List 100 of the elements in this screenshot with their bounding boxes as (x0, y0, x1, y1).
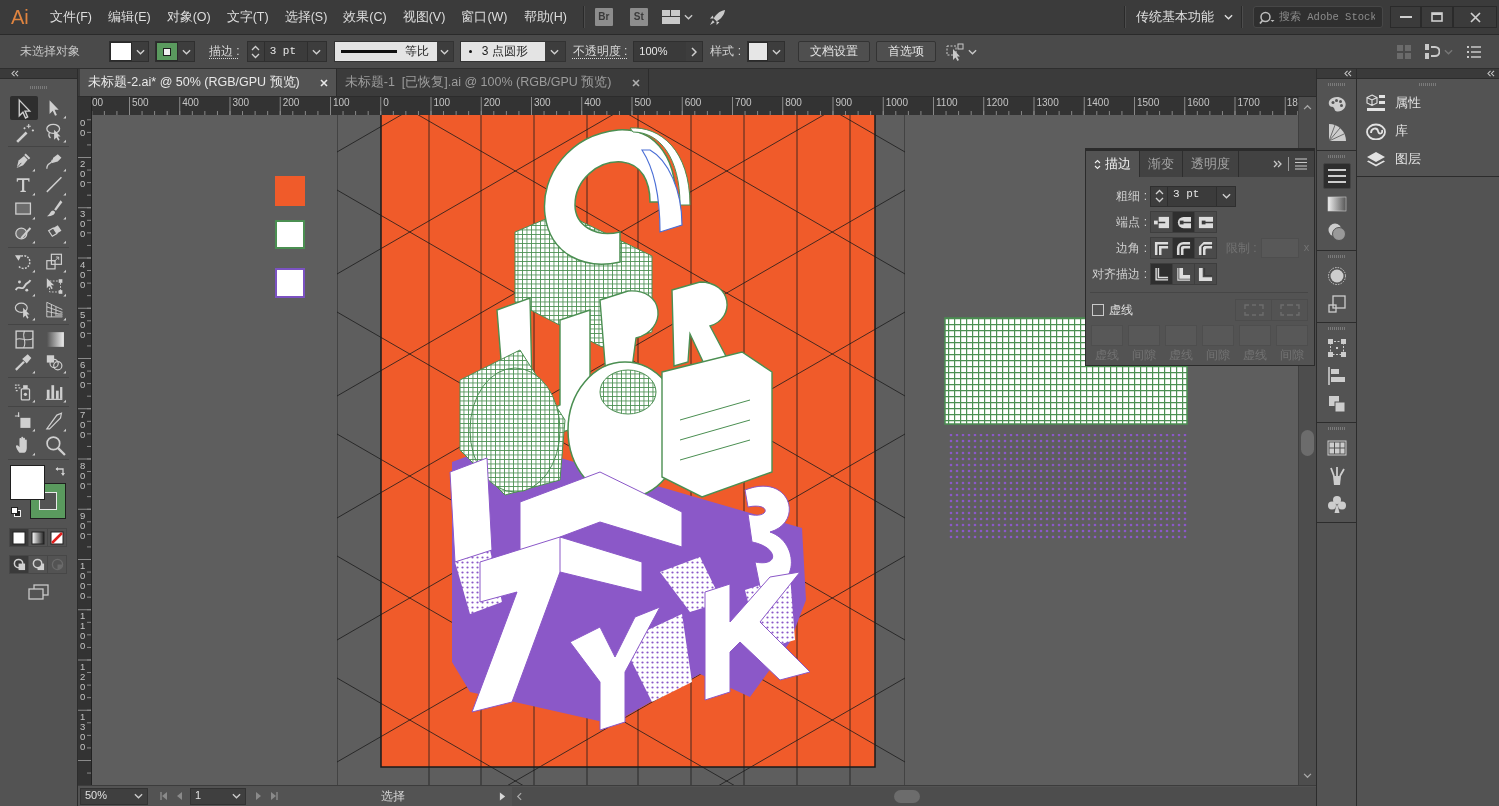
menu-item[interactable]: 效果(C) (335, 9, 395, 25)
dashed-checkbox[interactable] (1092, 304, 1104, 316)
ruler-label: 200 (282, 97, 300, 108)
launcher-button[interactable]: St (629, 8, 648, 26)
stroke-link[interactable]: 描边 : (209, 44, 240, 59)
page-field[interactable]: 1 (190, 787, 246, 805)
libraries-panel-button[interactable]: 库 (1357, 117, 1408, 145)
ruler-label: 400 (584, 97, 601, 108)
properties-panel-button[interactable]: 属性 (1357, 89, 1421, 117)
arrange-button[interactable] (946, 42, 977, 61)
close-button[interactable] (1453, 6, 1497, 28)
up-down-arrows-icon (251, 44, 261, 59)
panel-menu-button[interactable] (1467, 45, 1481, 58)
collapse-button[interactable] (1344, 70, 1352, 77)
tab-close-button[interactable] (631, 78, 640, 87)
preferences-button[interactable]: 首选项 (876, 41, 936, 62)
screen-mode-button[interactable] (28, 584, 49, 600)
style-picker[interactable] (747, 41, 785, 62)
rocket-button[interactable] (708, 8, 726, 26)
miter-join-icon (1154, 240, 1169, 256)
weight-field[interactable]: 3 pt (1167, 186, 1217, 206)
default-colors-button[interactable] (11, 507, 21, 517)
panel-tab[interactable]: 描边 (1086, 151, 1140, 177)
menu-item[interactable]: 帮助(H) (515, 9, 575, 25)
style-swatch[interactable] (748, 42, 768, 61)
stroke-swatch[interactable] (156, 42, 178, 61)
zoom-field[interactable]: 50% (80, 787, 148, 805)
panel-tab[interactable]: 渐变 (1140, 151, 1183, 177)
stroke-weight-field[interactable]: 3 pt (263, 42, 308, 61)
color-mode-button[interactable] (28, 528, 48, 547)
overlapping-squares-icon (1326, 394, 1347, 414)
menu-item[interactable]: 选择(S) (276, 9, 336, 25)
transform-box-icon (1326, 338, 1347, 358)
selection-tool[interactable] (10, 96, 38, 120)
cap-option-button[interactable] (1194, 211, 1217, 233)
menu-item[interactable]: 文件(F) (42, 9, 100, 25)
stroke-picker[interactable] (155, 41, 195, 62)
cap-option-button[interactable] (1172, 211, 1195, 233)
fill-swatch[interactable] (110, 42, 132, 61)
brush-dropdown[interactable]: 3 点圆形 (460, 42, 545, 61)
close-icon (319, 78, 328, 87)
field-label: 边角 : (1115, 240, 1148, 256)
scroll-thumb[interactable] (1301, 430, 1314, 456)
align-option-button[interactable] (1150, 263, 1173, 285)
horizontal-scrollbar[interactable] (512, 786, 1316, 806)
caret-icon (771, 48, 781, 55)
menu-item[interactable]: 视图(V) (394, 9, 454, 25)
align-option-button[interactable] (1172, 263, 1195, 285)
maximize-button[interactable] (1421, 6, 1453, 28)
grip-icon (1327, 255, 1346, 258)
stroke-panel-button[interactable] (1322, 163, 1351, 189)
align-option-button[interactable] (1194, 263, 1217, 285)
menu-item[interactable]: 窗口(W) (453, 9, 516, 25)
up-down-arrows-icon (1094, 158, 1101, 170)
layers-panel-button[interactable]: 图层 (1357, 145, 1421, 173)
menu-item[interactable]: 编辑(E) (99, 9, 159, 25)
workspace-dropdown[interactable]: 传统基本功能 (1136, 9, 1233, 25)
menu-item[interactable]: 对象(O) (158, 9, 219, 25)
stroke-weight-spinner[interactable]: 3 pt (246, 41, 327, 62)
fill-picker[interactable] (109, 41, 149, 62)
ruler-label: 1100 (936, 97, 958, 108)
opacity-link[interactable]: 不透明度 : (572, 44, 628, 59)
collapse-button[interactable] (11, 70, 19, 77)
draw-mode-button[interactable] (28, 555, 48, 574)
corner-option-button[interactable] (1172, 237, 1195, 259)
align-options-button[interactable] (1425, 44, 1453, 59)
fill-swatch[interactable] (10, 465, 45, 500)
color-mode-button[interactable] (9, 528, 29, 547)
expand-button[interactable] (1273, 160, 1282, 168)
brush-picker[interactable]: 3 点圆形 (459, 41, 566, 62)
corner-option-button[interactable] (1194, 237, 1217, 259)
weight-spinner[interactable]: 3 pt (1150, 185, 1236, 207)
square-circle-icon (31, 558, 45, 571)
corner-option-button[interactable] (1150, 237, 1173, 259)
ruler-label: 1000 (80, 561, 87, 601)
layout-button[interactable] (661, 10, 693, 24)
cap-option-button[interactable] (1150, 211, 1173, 233)
profile-picker[interactable]: 等比 (333, 41, 454, 62)
skip-last-icon (270, 792, 278, 800)
ruler-label: 1000 (885, 97, 908, 108)
ruler-label: 0 (383, 97, 389, 108)
minimize-button[interactable] (1390, 6, 1421, 28)
menu-item[interactable]: 文字(T) (218, 9, 277, 25)
ruler-label: 1600 (1187, 97, 1210, 108)
gradient-square-icon (31, 530, 45, 545)
double-chevron-right-icon (1273, 160, 1282, 168)
panel-menu-button[interactable] (1295, 158, 1307, 170)
swap-colors-button[interactable] (55, 466, 65, 476)
document-setup-button[interactable]: 文档设置 (798, 41, 870, 62)
panel-tab[interactable]: 透明度 (1183, 151, 1239, 177)
scroll-thumb[interactable] (894, 789, 920, 803)
page-value: 1 (194, 789, 203, 803)
document-tab[interactable]: 未标题-1 [已恢复].ai @ 100% (RGB/GPU 预览) (336, 69, 649, 96)
draw-mode-button[interactable] (9, 555, 29, 574)
collapse-button[interactable] (1487, 70, 1495, 77)
document-tab[interactable]: 未标题-2.ai* @ 50% (RGB/GPU 预览) (80, 69, 337, 96)
profile-dropdown[interactable]: 等比 (334, 42, 437, 61)
color-mode-button[interactable] (47, 528, 67, 547)
ruler-label: 700 (735, 97, 752, 108)
opacity-control[interactable]: 100% (633, 41, 704, 62)
